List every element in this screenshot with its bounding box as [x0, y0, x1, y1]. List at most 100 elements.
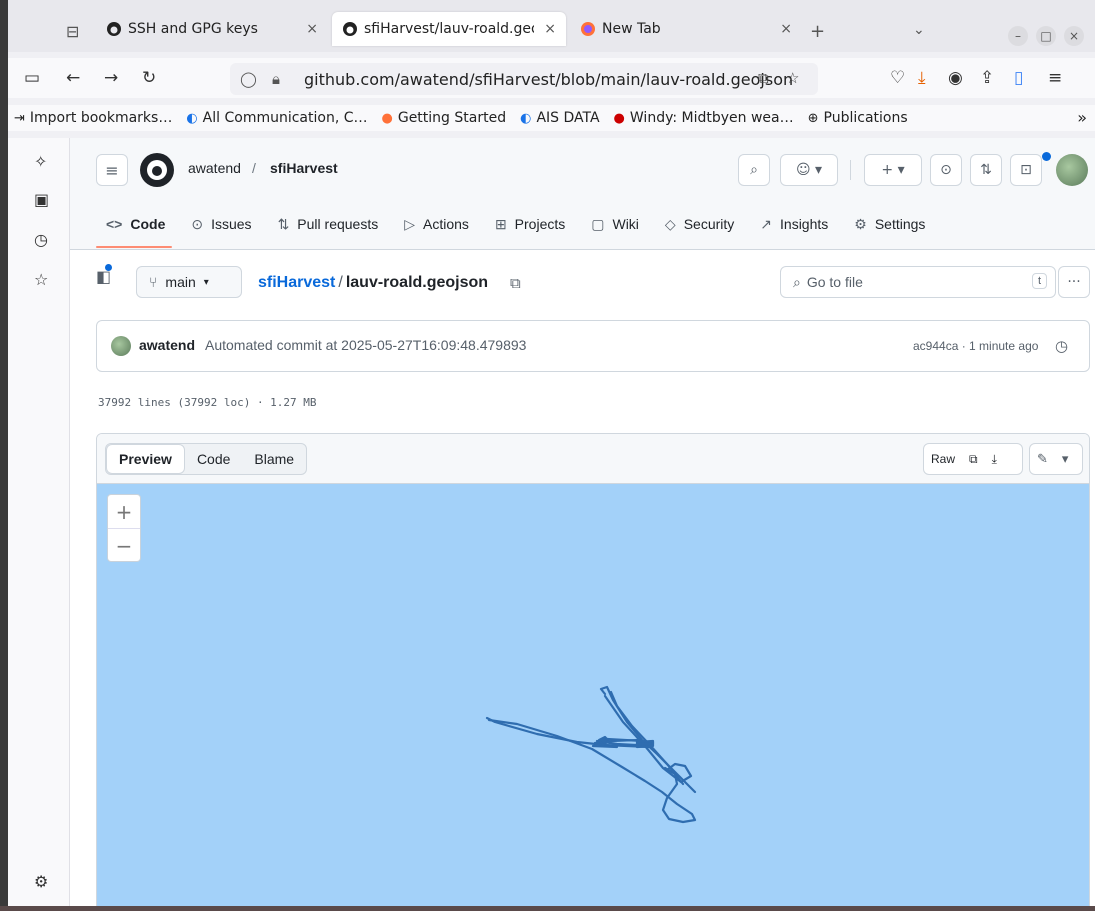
repo-name-link[interactable]: sfiHarvest: [270, 160, 338, 176]
tab-wiki[interactable]: ▢ Wiki: [579, 210, 651, 238]
avatar[interactable]: [111, 336, 131, 356]
download-icon[interactable]: ⤓: [918, 68, 926, 88]
close-window-button[interactable]: ×: [1064, 26, 1084, 46]
map-preview[interactable]: + −: [97, 484, 1090, 906]
commit-meta[interactable]: ac944ca · 1 minute ago: [913, 339, 1038, 353]
branch-name: main: [165, 274, 196, 290]
firefox-icon: ●: [381, 110, 393, 126]
file-header: ◧ ⑂ main ▾ sfiHarvest / lauv-roald.geojson…: [70, 250, 1095, 316]
close-icon[interactable]: ×: [544, 21, 556, 37]
maximize-button[interactable]: □: [1036, 26, 1056, 46]
view-mode-toggle: Preview Code Blame: [105, 443, 308, 475]
raw-button[interactable]: Raw: [924, 452, 962, 466]
star-icon[interactable]: ☆: [786, 69, 799, 87]
github-icon: [106, 21, 122, 37]
blame-tab[interactable]: Blame: [242, 444, 306, 474]
header-divider: [850, 160, 851, 180]
issue-icon: ⊙: [191, 215, 204, 232]
play-icon: ▷: [404, 215, 416, 232]
reader-icon[interactable]: ▯: [1014, 68, 1023, 88]
issue-icon: ⊙: [940, 162, 952, 178]
create-new-button[interactable]: + ▾: [864, 154, 922, 186]
commit-message[interactable]: Automated commit at 2025-05-27T16:09:48.…: [205, 337, 526, 353]
github-logo-icon[interactable]: [140, 153, 174, 187]
minimize-button[interactable]: –: [1008, 26, 1028, 46]
lock-icon[interactable]: 🔒︎: [272, 70, 294, 88]
copilot-icon: ☺: [795, 162, 811, 178]
shield-icon: ◇: [664, 215, 676, 232]
close-icon[interactable]: ×: [780, 21, 792, 37]
tab-security[interactable]: ◇ Security: [653, 210, 746, 238]
bookmark-import[interactable]: ⇥ Import bookmarks…: [14, 110, 172, 126]
back-icon[interactable]: ←: [66, 68, 80, 88]
pencil-icon[interactable]: ✎: [1030, 451, 1055, 467]
tab-geojson[interactable]: sfiHarvest/lauv-roald.geo ×: [332, 12, 566, 46]
repo-owner-link[interactable]: awatend: [188, 160, 241, 176]
new-tab-button[interactable]: +: [810, 21, 825, 42]
pull-request-icon: ⇅: [277, 215, 290, 232]
hamburger-menu-button[interactable]: ≡: [96, 154, 128, 186]
tab-settings[interactable]: ⚙ Settings: [842, 210, 937, 238]
bookmarks-icon[interactable]: ☆: [34, 270, 48, 289]
bookmarks-overflow-button[interactable]: »: [1077, 108, 1087, 127]
pull-requests-button[interactable]: ⇅: [970, 154, 1002, 186]
chevron-down-icon: ▾: [203, 276, 209, 288]
file-viewer-header: Preview Code Blame Raw ⧉ ⤓ ✎ ▾: [97, 434, 1089, 484]
chevron-down-icon[interactable]: ▾: [1055, 451, 1076, 467]
url-bar[interactable]: ◯ 🔒︎ github.com/awatend/sfiHarvest/blob/…: [230, 63, 818, 95]
avatar[interactable]: [1056, 154, 1088, 186]
commit-author[interactable]: awatend: [139, 337, 195, 353]
vehicle-track-line[interactable]: [97, 484, 1090, 906]
bookmark-publications[interactable]: ⊕ Publications: [808, 110, 908, 126]
tab-ssh-keys[interactable]: SSH and GPG keys ×: [96, 12, 328, 46]
tab-code[interactable]: <> Code: [94, 210, 177, 238]
chevron-down-icon: ▾: [897, 162, 905, 178]
reload-icon[interactable]: ↻: [142, 68, 156, 88]
shield-icon[interactable]: ◯: [240, 70, 262, 88]
ai-sparkle-icon[interactable]: ✧: [34, 152, 47, 171]
sidebar-toggle-icon[interactable]: ▭: [24, 68, 40, 88]
search-button[interactable]: ⌕: [738, 154, 770, 186]
browser-window: ⊟ SSH and GPG keys × sfiHarvest/lauv-roa…: [8, 0, 1095, 906]
close-icon[interactable]: ×: [306, 21, 318, 37]
edit-actions: ✎ ▾: [1029, 443, 1083, 475]
forward-icon[interactable]: →: [104, 68, 118, 88]
tab-insights[interactable]: ↗ Insights: [748, 210, 840, 238]
download-icon[interactable]: ⤓: [985, 452, 1004, 467]
code-icon: <>: [106, 216, 123, 232]
breadcrumb-repo-link[interactable]: sfiHarvest: [258, 274, 335, 291]
code-tab[interactable]: Code: [185, 444, 242, 474]
tab-list-icon[interactable]: ⊟: [66, 22, 79, 41]
bookmark-windy[interactable]: ● Windy: Midtbyen wea…: [614, 110, 794, 126]
synced-tabs-icon[interactable]: ▣: [34, 190, 49, 209]
url-text[interactable]: github.com/awatend/sfiHarvest/blob/main/…: [304, 70, 793, 89]
history-icon[interactable]: ◷: [1055, 337, 1068, 355]
tab-label: sfiHarvest/lauv-roald.geo: [364, 21, 534, 37]
tab-pull-requests[interactable]: ⇅ Pull requests: [266, 210, 391, 238]
chevron-down-icon[interactable]: ⌄: [913, 22, 925, 38]
inbox-button[interactable]: ⊡: [1010, 154, 1042, 186]
issues-button[interactable]: ⊙: [930, 154, 962, 186]
history-icon[interactable]: ◷: [34, 230, 48, 249]
copy-path-icon[interactable]: ⧉: [510, 274, 521, 292]
copy-icon[interactable]: ⧉: [962, 452, 985, 467]
bookmark-all-communication[interactable]: ◐ All Communication, C…: [186, 110, 367, 126]
bookmark-ais-data[interactable]: ◐ AIS DATA: [520, 110, 599, 126]
tab-new-tab[interactable]: New Tab ×: [570, 12, 802, 46]
preview-tab[interactable]: Preview: [106, 444, 185, 474]
tab-actions[interactable]: ▷ Actions: [392, 210, 481, 238]
pocket-icon[interactable]: ♡: [890, 68, 905, 88]
tab-issues[interactable]: ⊙ Issues: [179, 210, 263, 238]
translate-icon[interactable]: ⧉: [758, 69, 769, 87]
extension-icon[interactable]: ◉: [948, 68, 963, 88]
go-to-file-input[interactable]: ⌕ Go to file t: [780, 266, 1056, 298]
tab-projects[interactable]: ⊞ Projects: [483, 210, 577, 238]
search-icon: ⌕: [750, 162, 758, 178]
more-options-button[interactable]: ···: [1058, 266, 1090, 298]
branch-selector[interactable]: ⑂ main ▾: [136, 266, 242, 298]
copilot-button[interactable]: ☺ ▾: [780, 154, 838, 186]
bookmark-getting-started[interactable]: ● Getting Started: [382, 110, 507, 126]
menu-icon[interactable]: ≡: [1048, 68, 1062, 88]
share-icon[interactable]: ⇪: [980, 68, 994, 88]
gear-icon[interactable]: ⚙: [34, 872, 48, 891]
